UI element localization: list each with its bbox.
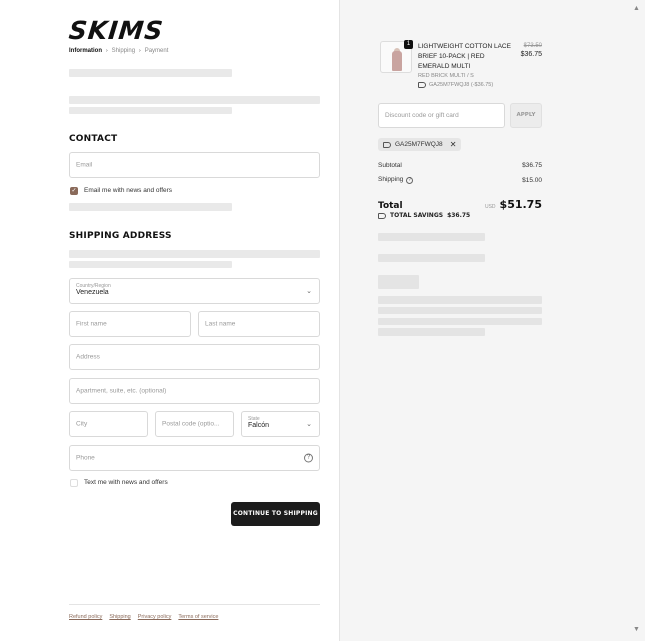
loading-placeholder xyxy=(378,318,542,325)
apply-button[interactable]: APPLY xyxy=(510,103,542,128)
postal-code-field[interactable]: Postal code (optio... xyxy=(155,411,234,437)
loading-placeholder xyxy=(69,261,232,268)
total-row: Total USD $51.75 xyxy=(378,195,542,213)
applied-code: GA25M7FWQJ8 xyxy=(395,141,443,148)
address-placeholder: Address xyxy=(76,353,100,361)
shipping-policy-link[interactable]: Shipping xyxy=(109,614,130,620)
sms-label: Text me with news and offers xyxy=(84,479,168,486)
shipping-row: Shipping? $15.00 xyxy=(378,176,542,184)
loading-placeholder xyxy=(69,107,232,114)
product-discount-text: GA25M7FWQJ8 (-$36.75) xyxy=(429,82,494,88)
phone-field[interactable]: Phone ? xyxy=(69,445,320,471)
address-field[interactable]: Address xyxy=(69,344,320,370)
brand-logo[interactable]: SKIMS xyxy=(67,16,165,45)
loading-placeholder xyxy=(69,96,320,104)
discount-code-input[interactable]: Discount code or gift card xyxy=(378,103,505,128)
loading-placeholder xyxy=(378,275,419,289)
loading-placeholder xyxy=(378,233,485,241)
loading-placeholder xyxy=(378,254,485,262)
first-name-placeholder: First name xyxy=(76,320,107,328)
state-select[interactable]: State Falcón ⌄ xyxy=(241,411,320,437)
product-name: LIGHTWEIGHT COTTON LACE BRIEF 10-PACK | … xyxy=(418,43,511,70)
last-name-placeholder: Last name xyxy=(205,320,236,328)
sms-checkbox[interactable] xyxy=(70,479,78,487)
newsletter-checkbox[interactable]: ✓ xyxy=(70,187,78,195)
city-placeholder: City xyxy=(76,420,88,428)
last-name-field[interactable]: Last name xyxy=(198,311,320,337)
tag-icon xyxy=(378,212,386,219)
city-field[interactable]: City xyxy=(69,411,148,437)
email-placeholder: Email xyxy=(76,161,93,169)
footer-links: Refund policy Shipping Privacy policy Te… xyxy=(69,614,218,620)
breadcrumb-payment[interactable]: Payment xyxy=(145,48,169,54)
country-select[interactable]: Country/Region Venezuela ⌄ xyxy=(69,278,320,304)
breadcrumb-shipping[interactable]: Shipping xyxy=(112,48,135,54)
help-icon[interactable]: ? xyxy=(304,453,313,463)
chevron-right-icon: › xyxy=(139,48,141,54)
tag-icon xyxy=(418,82,426,88)
shipping-label: Shipping xyxy=(378,176,404,183)
phone-placeholder: Phone xyxy=(76,454,95,462)
loading-placeholder xyxy=(378,328,485,336)
chevron-down-icon: ⌄ xyxy=(306,288,312,295)
savings-value: $36.75 xyxy=(447,212,471,219)
total-savings: TOTAL SAVINGS $36.75 xyxy=(378,212,470,219)
checkout-form-panel: SKIMS Information › Shipping › Payment C… xyxy=(0,0,339,641)
first-name-field[interactable]: First name xyxy=(69,311,191,337)
chevron-down-icon: ⌄ xyxy=(306,421,312,428)
chevron-right-icon: › xyxy=(106,48,108,54)
loading-placeholder xyxy=(69,69,232,77)
refund-policy-link[interactable]: Refund policy xyxy=(69,614,102,620)
savings-label: TOTAL SAVINGS xyxy=(390,212,444,219)
product-price: $36.75 xyxy=(520,51,542,58)
newsletter-label: Email me with news and offers xyxy=(84,187,173,194)
subtotal-value: $36.75 xyxy=(522,162,542,169)
state-value: Falcón xyxy=(248,422,270,429)
applied-discount-chip: GA25M7FWQJ8 ✕ xyxy=(378,138,462,151)
currency-code: USD xyxy=(484,204,496,210)
country-value: Venezuela xyxy=(76,289,109,296)
help-icon[interactable]: ? xyxy=(406,177,414,184)
loading-placeholder xyxy=(69,250,320,258)
breadcrumb-information: Information xyxy=(69,48,102,54)
postal-code-placeholder: Postal code (optio... xyxy=(162,420,220,428)
product-variant: RED BRICK MULTI / S xyxy=(418,73,474,79)
compare-at-price: $73.50 xyxy=(523,43,542,49)
apartment-placeholder: Apartment, suite, etc. (optional) xyxy=(76,387,167,395)
footer-divider xyxy=(69,604,320,605)
shipping-address-heading: SHIPPING ADDRESS xyxy=(69,231,172,241)
scroll-up-arrow-icon[interactable]: ▲ xyxy=(633,5,640,12)
quantity-badge: 1 xyxy=(404,40,413,49)
close-icon[interactable]: ✕ xyxy=(450,140,457,149)
scroll-down-arrow-icon[interactable]: ▼ xyxy=(633,626,640,633)
loading-placeholder xyxy=(378,307,542,314)
subtotal-label: Subtotal xyxy=(378,162,402,169)
privacy-policy-link[interactable]: Privacy policy xyxy=(138,614,172,620)
email-field[interactable]: Email xyxy=(69,152,320,178)
breadcrumb: Information › Shipping › Payment xyxy=(69,48,168,54)
product-discount: GA25M7FWQJ8 (-$36.75) xyxy=(418,82,493,88)
contact-heading: CONTACT xyxy=(69,134,118,144)
total-value: $51.75 xyxy=(499,198,542,211)
subtotal-row: Subtotal $36.75 xyxy=(378,162,542,169)
shipping-value: $15.00 xyxy=(522,176,542,184)
terms-of-service-link[interactable]: Terms of service xyxy=(178,614,218,620)
apartment-field[interactable]: Apartment, suite, etc. (optional) xyxy=(69,378,320,404)
total-label: Total xyxy=(378,201,403,211)
loading-placeholder xyxy=(69,203,232,211)
tag-icon xyxy=(383,141,391,148)
loading-placeholder xyxy=(378,296,542,304)
continue-to-shipping-button[interactable]: CONTINUE TO SHIPPING xyxy=(231,502,320,526)
